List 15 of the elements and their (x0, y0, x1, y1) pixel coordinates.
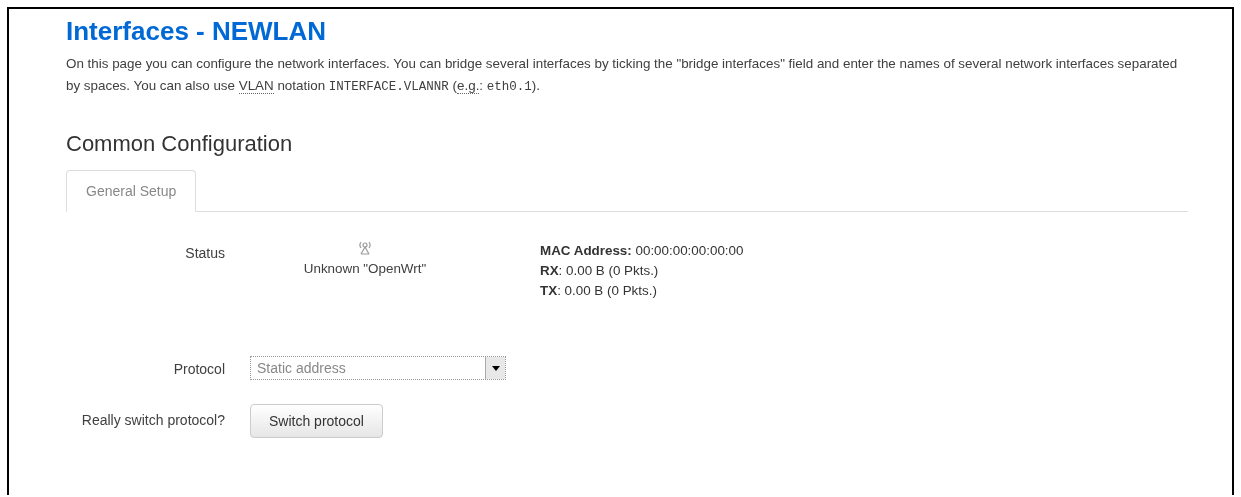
field-label: Status (184, 244, 226, 263)
switch-protocol-button[interactable]: Switch protocol (250, 404, 383, 438)
protocol-select[interactable]: Static address (250, 356, 506, 380)
status-stat: TX: 0.00 B (0 Pkts.) (540, 282, 658, 300)
status-stat: RX: 0.00 B (0 Pkts.) (540, 262, 660, 280)
page-title: Interfaces - NEWLAN (66, 15, 328, 47)
section-title: Common Configuration (66, 130, 294, 158)
dropdown-caret-icon (491, 365, 500, 371)
antenna-icon (357, 239, 373, 255)
field-label: Protocol (172, 360, 226, 379)
description-paragraph: On this page you can configure the network interfaces. You can bridge several interfaces by ticking the "bridge interfaces" field and enter the names of several network interfaces separated by spaces. You can also use VLAN notation INTERFACE.VLANNR (e.g.: eth0.1). (66, 55, 1179, 96)
device-name: Unknown "OpenWrt" (303, 260, 427, 278)
tab[interactable]: General Setup (66, 170, 197, 212)
field-label: Really switch protocol? (80, 411, 226, 430)
status-stat: MAC Address: 00:00:00:00:00:00 (540, 242, 744, 260)
